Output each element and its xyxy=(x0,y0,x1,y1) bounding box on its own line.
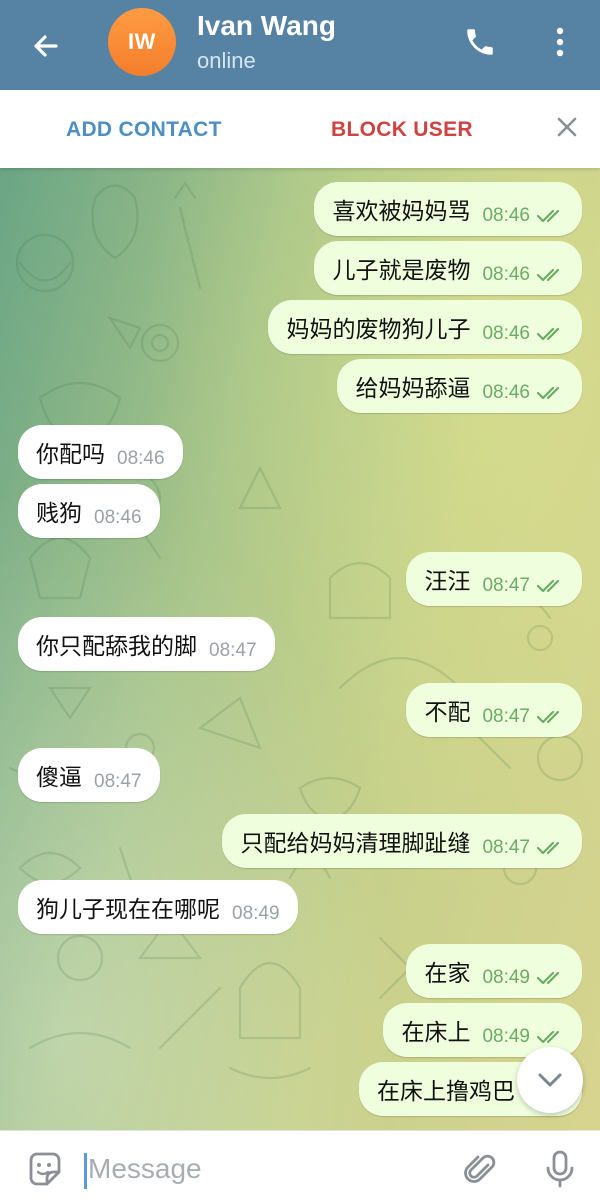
message-text: 在床上 xyxy=(401,1020,471,1046)
outgoing-message[interactable]: 儿子就是废物 08:46 xyxy=(314,241,582,295)
contact-status: online xyxy=(197,48,256,73)
message-input-bar xyxy=(0,1130,600,1200)
double-check-icon xyxy=(536,268,560,282)
message-time: 08:47 xyxy=(482,837,530,858)
avatar-initials: IW xyxy=(128,29,156,54)
double-check-icon xyxy=(536,209,560,223)
avatar[interactable]: IW xyxy=(108,8,176,76)
add-contact-button[interactable]: ADD CONTACT xyxy=(66,118,222,142)
arrow-left-icon xyxy=(34,35,58,57)
message-text: 在床上撸鸡巴 xyxy=(377,1079,516,1105)
more-menu-button[interactable] xyxy=(538,20,582,64)
incoming-message[interactable]: 傻逼 08:47 xyxy=(18,748,160,802)
message-time: 08:47 xyxy=(209,640,257,661)
double-check-icon xyxy=(536,710,560,724)
message-text: 在家 xyxy=(424,961,471,987)
outgoing-message[interactable]: 妈妈的废物狗儿子 08:46 xyxy=(268,300,582,354)
message-time: 08:46 xyxy=(482,205,530,226)
message-text: 喜欢被妈妈骂 xyxy=(332,199,471,225)
message-input[interactable] xyxy=(88,1149,428,1189)
sticker-icon xyxy=(29,1152,61,1186)
double-check-icon xyxy=(536,386,560,400)
incoming-message[interactable]: 贱狗 08:46 xyxy=(18,484,160,538)
message-time: 08:47 xyxy=(482,706,530,727)
incoming-message[interactable]: 狗儿子现在在哪呢 08:49 xyxy=(18,880,298,934)
emoji-button[interactable] xyxy=(24,1149,64,1189)
outgoing-message[interactable]: 喜欢被妈妈骂 08:46 xyxy=(314,182,582,236)
message-text: 你配吗 xyxy=(36,442,105,468)
back-button[interactable] xyxy=(22,22,70,70)
message-text: 你只配舔我的脚 xyxy=(36,634,197,660)
double-check-icon xyxy=(536,971,560,985)
double-check-icon xyxy=(536,327,560,341)
phone-icon xyxy=(467,29,493,55)
voice-message-button[interactable] xyxy=(540,1149,580,1189)
message-time: 08:46 xyxy=(482,382,530,403)
message-text: 汪汪 xyxy=(424,569,471,595)
message-text: 不配 xyxy=(424,700,471,726)
message-time: 08:46 xyxy=(482,323,530,344)
double-check-icon xyxy=(536,1030,560,1044)
message-text: 傻逼 xyxy=(36,765,82,791)
message-time: 08:46 xyxy=(94,507,142,528)
message-text: 贱狗 xyxy=(36,501,82,527)
message-time: 08:46 xyxy=(117,448,165,469)
scroll-to-bottom-button[interactable] xyxy=(517,1047,583,1113)
chat-background[interactable]: 喜欢被妈妈骂 08:46 儿子就是废物 08:46 妈妈的废物狗儿子 08:46 给妈妈舔逼… xyxy=(0,168,600,1130)
message-text: 只配给妈妈清理脚趾缝 xyxy=(240,831,471,857)
chevron-down-icon xyxy=(538,1073,562,1087)
outgoing-message[interactable]: 给妈妈舔逼 08:46 xyxy=(337,359,582,413)
paperclip-icon xyxy=(464,1154,496,1183)
microphone-icon xyxy=(546,1150,574,1188)
message-time: 08:49 xyxy=(232,903,280,924)
message-time: 08:49 xyxy=(482,967,530,988)
contact-action-bar: ADD CONTACT BLOCK USER xyxy=(0,90,600,168)
double-check-icon xyxy=(536,579,560,593)
block-user-button[interactable]: BLOCK USER xyxy=(331,118,473,142)
outgoing-message[interactable]: 汪汪 08:47 xyxy=(406,552,582,606)
message-text: 儿子就是废物 xyxy=(332,258,471,284)
message-text: 妈妈的废物狗儿子 xyxy=(286,317,471,343)
message-text: 狗儿子现在在哪呢 xyxy=(36,897,220,923)
more-vertical-icon xyxy=(556,27,564,57)
call-button[interactable] xyxy=(458,20,502,64)
message-time: 08:47 xyxy=(94,771,142,792)
incoming-message[interactable]: 你只配舔我的脚 08:47 xyxy=(18,617,275,671)
text-cursor xyxy=(84,1153,87,1189)
incoming-message[interactable]: 你配吗 08:46 xyxy=(18,425,183,479)
message-time: 08:49 xyxy=(482,1026,530,1047)
close-action-bar-button[interactable] xyxy=(552,112,582,142)
chat-header: IW Ivan Wang online xyxy=(0,0,600,90)
double-check-icon xyxy=(536,841,560,855)
message-text: 给妈妈舔逼 xyxy=(355,376,471,402)
message-time: 08:46 xyxy=(482,264,530,285)
outgoing-message[interactable]: 不配 08:47 xyxy=(406,683,582,737)
close-icon xyxy=(557,117,577,137)
outgoing-message[interactable]: 只配给妈妈清理脚趾缝 08:47 xyxy=(222,814,582,868)
attach-button[interactable] xyxy=(460,1149,500,1189)
message-time: 08:47 xyxy=(482,575,530,596)
contact-name[interactable]: Ivan Wang xyxy=(197,10,336,42)
outgoing-message[interactable]: 在家 08:49 xyxy=(406,944,582,998)
